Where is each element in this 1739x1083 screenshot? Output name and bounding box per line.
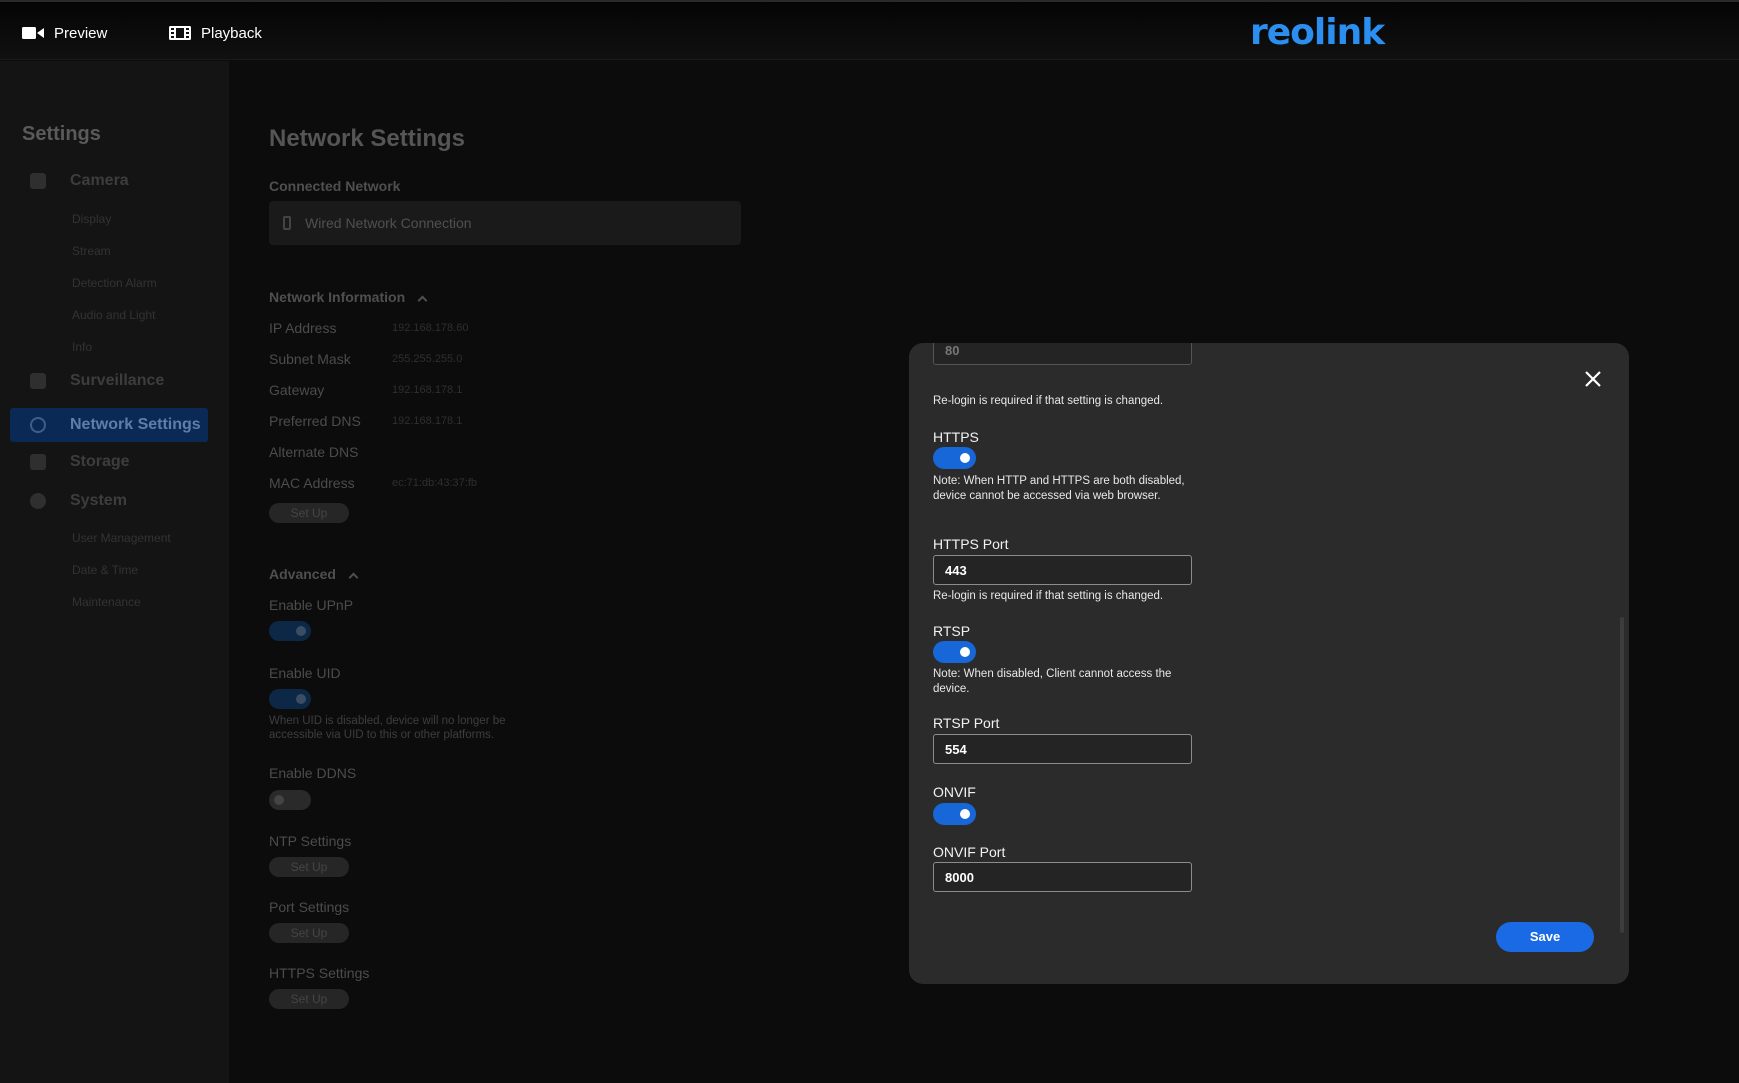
sidebar-item-system[interactable]: System: [10, 484, 208, 518]
https-setup-button[interactable]: Set Up: [269, 989, 349, 1009]
https-toggle[interactable]: [933, 447, 976, 469]
preview-tab[interactable]: Preview: [22, 22, 107, 44]
info-label: Preferred DNS: [269, 413, 361, 429]
https-settings-label: HTTPS Settings: [269, 965, 370, 981]
ddns-toggle[interactable]: [269, 790, 311, 810]
sidebar-item-label: Surveillance: [70, 372, 165, 389]
https-label: HTTPS: [933, 429, 979, 445]
sidebar-subitem-date-time[interactable]: Date & Time: [72, 563, 138, 577]
sidebar-title: Settings: [22, 123, 101, 145]
network-information-toggle[interactable]: Network Information: [269, 289, 428, 306]
rtsp-toggle[interactable]: [933, 641, 976, 663]
chevron-up-icon: [417, 295, 428, 306]
connection-card[interactable]: Wired Network Connection: [269, 201, 741, 245]
sidebar-item-label: System: [70, 492, 127, 509]
preview-label: Preview: [54, 24, 108, 42]
info-label: Subnet Mask: [269, 351, 351, 367]
film-icon: [169, 25, 191, 41]
rtsp-port-input[interactable]: [933, 734, 1192, 764]
sidebar-item-camera[interactable]: Camera: [10, 164, 208, 198]
network-setup-button[interactable]: Set Up: [269, 503, 349, 523]
port-settings-label: Port Settings: [269, 899, 350, 915]
video-camera-icon: [22, 25, 44, 41]
monitor-icon: [30, 373, 46, 389]
https-note: Note: When HTTP and HTTPS are both disab…: [933, 475, 1185, 502]
port-setup-button[interactable]: Set Up: [269, 923, 349, 943]
rtsp-label: RTSP: [933, 623, 971, 639]
onvif-port-input[interactable]: [933, 862, 1192, 892]
connected-network-label: Connected Network: [269, 178, 401, 194]
sidebar-item-network-settings[interactable]: Network Settings: [10, 408, 208, 442]
info-value: 192.168.178.1: [392, 384, 463, 396]
top-bar: Preview Playback reolink: [0, 0, 1739, 60]
storage-icon: [30, 454, 46, 470]
uid-toggle[interactable]: [269, 689, 311, 709]
chevron-up-icon: [348, 572, 359, 583]
reolink-logo: reolink: [1250, 12, 1385, 53]
sidebar-subitem-maintenance[interactable]: Maintenance: [72, 595, 141, 609]
info-value: ec:71:db:43:37:fb: [392, 477, 478, 489]
sidebar-item-storage[interactable]: Storage: [10, 445, 208, 479]
page-title: Network Settings: [269, 125, 466, 152]
globe-icon: [30, 417, 46, 433]
sidebar-item-surveillance[interactable]: Surveillance: [10, 364, 208, 398]
advanced-label: Advanced: [269, 566, 336, 582]
info-value: 192.168.178.60: [392, 322, 469, 334]
enable-upnp-label: Enable UPnP: [269, 597, 354, 613]
sidebar-item-label: Camera: [70, 172, 129, 189]
enable-ddns-label: Enable DDNS: [269, 765, 357, 781]
sidebar-subitem-stream[interactable]: Stream: [72, 244, 111, 258]
sidebar-subitem-info[interactable]: Info: [72, 340, 92, 354]
sidebar-item-label: Network Settings: [70, 416, 201, 433]
sidebar-subitem-detection-alarm[interactable]: Detection Alarm: [72, 276, 157, 290]
http-port-input[interactable]: [933, 343, 1192, 365]
uid-note: When UID is disabled, device will no lon…: [269, 715, 506, 741]
https-port-input[interactable]: [933, 555, 1192, 585]
playback-label: Playback: [201, 24, 262, 42]
rtsp-port-label: RTSP Port: [933, 715, 1000, 731]
info-label: IP Address: [269, 320, 337, 336]
advanced-toggle[interactable]: Advanced: [269, 566, 359, 583]
settings-sidebar: Settings Camera Display Stream Detection…: [0, 61, 229, 1083]
onvif-toggle[interactable]: [933, 803, 976, 825]
sidebar-subitem-audio-light[interactable]: Audio and Light: [72, 308, 155, 322]
rtsp-note: Note: When disabled, Client cannot acces…: [933, 668, 1172, 695]
camera-icon: [30, 173, 46, 189]
info-label: Gateway: [269, 382, 325, 398]
sidebar-item-label: Storage: [70, 453, 130, 470]
ethernet-icon: [283, 216, 291, 230]
info-label: Alternate DNS: [269, 444, 359, 460]
gear-icon: [30, 493, 46, 509]
info-value: 192.168.178.1: [392, 415, 463, 427]
ntp-settings-label: NTP Settings: [269, 833, 352, 849]
close-icon[interactable]: [1583, 369, 1603, 389]
port-settings-dialog: Re-login is required if that setting is …: [909, 343, 1629, 984]
scrollbar[interactable]: [1620, 617, 1624, 933]
connection-name: Wired Network Connection: [305, 215, 472, 231]
info-label: MAC Address: [269, 475, 355, 491]
sidebar-subitem-user-management[interactable]: User Management: [72, 531, 171, 545]
https-port-label: HTTPS Port: [933, 536, 1009, 552]
upnp-toggle[interactable]: [269, 621, 311, 641]
ntp-setup-button[interactable]: Set Up: [269, 857, 349, 877]
info-value: 255.255.255.0: [392, 353, 463, 365]
http-relogin-note: Re-login is required if that setting is …: [933, 395, 1164, 407]
sidebar-subitem-display[interactable]: Display: [72, 212, 111, 226]
playback-tab[interactable]: Playback: [169, 22, 262, 44]
https-relogin-note: Re-login is required if that setting is …: [933, 590, 1164, 602]
onvif-label: ONVIF: [933, 784, 976, 800]
network-information-label: Network Information: [269, 289, 406, 305]
enable-uid-label: Enable UID: [269, 665, 341, 681]
onvif-port-label: ONVIF Port: [933, 844, 1006, 860]
save-button[interactable]: Save: [1496, 922, 1594, 952]
